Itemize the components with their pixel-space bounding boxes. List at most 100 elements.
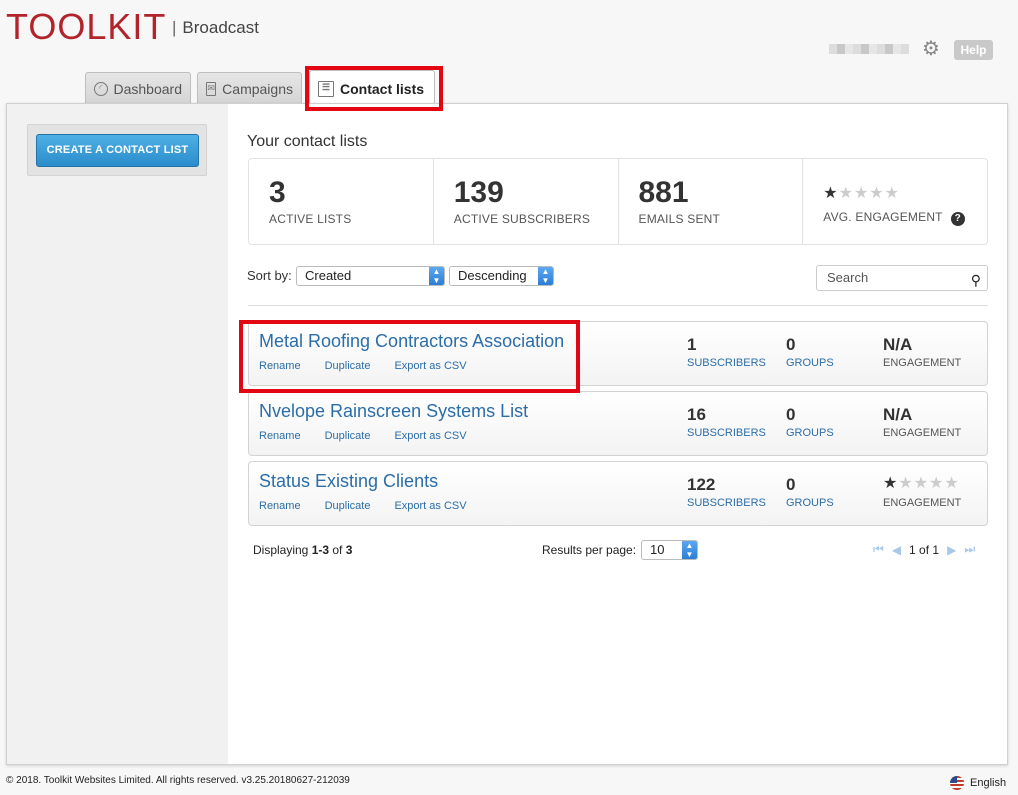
star-half-icon: ★ <box>883 475 899 492</box>
sort-field-value: Created <box>305 268 352 283</box>
gauge-icon: ◜ <box>94 81 108 96</box>
metric-label: ENGAGEMENT <box>883 427 962 439</box>
groups-metric[interactable]: 0 GROUPS <box>786 405 834 439</box>
stat-value: 3 <box>269 176 286 209</box>
displaying-range: 1-3 <box>311 543 330 557</box>
rating-stars: ★★★★★ <box>883 475 960 492</box>
create-button-container: CREATE A CONTACT LIST <box>27 124 207 176</box>
per-page-select[interactable]: 10 ▲ ▼ <box>641 540 698 560</box>
list-item[interactable]: Nvelope Rainscreen Systems List Rename Du… <box>248 391 988 456</box>
product-label: Broadcast <box>182 18 259 37</box>
displaying-of: of <box>329 543 346 557</box>
groups-metric[interactable]: 0 GROUPS <box>786 335 834 369</box>
prev-page-icon[interactable]: ◀ <box>892 543 901 557</box>
stat-avg-engagement: ★★★★★ AVG. ENGAGEMENT? <box>803 159 987 244</box>
groups-metric[interactable]: 0 GROUPS <box>786 475 834 509</box>
list-item[interactable]: Status Existing Clients Rename Duplicate E… <box>248 461 988 526</box>
list-actions: Rename Duplicate Export as CSV <box>259 430 491 442</box>
help-button[interactable]: Help <box>954 40 993 60</box>
select-arrows-icon: ▲ ▼ <box>682 541 697 559</box>
list-actions: Rename Duplicate Export as CSV <box>259 500 491 512</box>
list-name-link[interactable]: Metal Roofing Contractors Association <box>259 331 564 352</box>
language-selector[interactable]: English <box>950 776 1006 790</box>
subscribers-metric[interactable]: 16 SUBSCRIBERS <box>687 405 766 439</box>
list-name-link[interactable]: Nvelope Rainscreen Systems List <box>259 401 528 422</box>
export-csv-link[interactable]: Export as CSV <box>394 430 466 442</box>
metric-value: 0 <box>786 335 796 354</box>
tab-campaigns-label: Campaigns <box>222 80 293 97</box>
first-page-icon[interactable]: ⏮ <box>873 542 884 557</box>
stat-emails-sent: 881 EMAILS SENT <box>619 159 804 244</box>
stat-label: ACTIVE LISTS <box>269 212 352 226</box>
metric-value: N/A <box>883 405 913 424</box>
duplicate-link[interactable]: Duplicate <box>325 430 371 442</box>
sidebar: CREATE A CONTACT LIST <box>7 104 228 764</box>
export-csv-link[interactable]: Export as CSV <box>394 500 466 512</box>
export-csv-link[interactable]: Export as CSV <box>394 360 466 372</box>
sort-field-select[interactable]: Created ▲ ▼ <box>296 266 445 286</box>
subscribers-metric[interactable]: 1 SUBSCRIBERS <box>687 335 766 369</box>
stat-label: ACTIVE SUBSCRIBERS <box>453 212 591 226</box>
tab-contact-lists[interactable]: ☰ Contact lists <box>309 70 435 106</box>
metric-label[interactable]: GROUPS <box>786 497 834 509</box>
tab-campaigns[interactable]: ✉ Campaigns <box>197 72 302 104</box>
divider <box>248 305 988 306</box>
pagination: ⏮ ◀ 1 of 1 ▶ ⏭ <box>873 542 975 557</box>
page-title: Your contact lists <box>247 133 368 150</box>
stat-label: EMAILS SENT <box>638 212 721 226</box>
metric-value: 1 <box>687 335 697 354</box>
list-item[interactable]: Metal Roofing Contractors Association Re… <box>248 321 988 386</box>
stat-active-subscribers: 139 ACTIVE SUBSCRIBERS <box>434 159 619 244</box>
rename-link[interactable]: Rename <box>259 430 301 442</box>
list-actions: Rename Duplicate Export as CSV <box>259 360 491 372</box>
search-input[interactable]: Search ⚲ <box>816 265 988 291</box>
main-panel: CREATE A CONTACT LIST Your contact lists… <box>6 103 1008 765</box>
contact-card-icon: ☰ <box>318 80 334 97</box>
select-arrows-icon: ▲ ▼ <box>429 267 444 285</box>
select-arrows-icon: ▲ ▼ <box>538 267 553 285</box>
rename-link[interactable]: Rename <box>259 500 301 512</box>
engagement-metric: N/A ENGAGEMENT <box>883 335 961 369</box>
gear-icon[interactable]: ⚙ <box>920 38 942 60</box>
sort-order-select[interactable]: Descending ▲ ▼ <box>449 266 554 286</box>
stat-active-lists: 3 ACTIVE LISTS <box>249 159 434 244</box>
stat-value: 139 <box>453 176 504 209</box>
user-name-blurred[interactable] <box>829 44 909 54</box>
metric-value: 0 <box>786 405 796 424</box>
rename-link[interactable]: Rename <box>259 360 301 372</box>
metric-value: 0 <box>786 475 796 494</box>
stat-value: 881 <box>638 176 689 209</box>
language-label: English <box>970 777 1007 789</box>
question-icon[interactable]: ? <box>950 212 965 226</box>
toolkit-logo: TOOLKIT <box>6 6 167 47</box>
tab-dashboard[interactable]: ◜ Dashboard <box>85 72 191 104</box>
copyright-text: © 2018. Toolkit Websites Limited. All ri… <box>6 775 350 786</box>
metric-value: 122 <box>687 475 716 494</box>
subscribers-metric[interactable]: 122 SUBSCRIBERS <box>687 475 766 509</box>
us-flag-icon <box>950 776 964 790</box>
results-per-page-label: Results per page: <box>542 543 637 557</box>
duplicate-link[interactable]: Duplicate <box>325 500 371 512</box>
engagement-metric: ★★★★★ ENGAGEMENT <box>883 475 961 509</box>
tab-contact-lists-label: Contact lists <box>340 80 425 97</box>
stats-summary: 3 ACTIVE LISTS 139 ACTIVE SUBSCRIBERS 88… <box>248 158 988 245</box>
create-contact-list-button[interactable]: CREATE A CONTACT LIST <box>36 134 199 167</box>
list-name-link[interactable]: Status Existing Clients <box>259 471 438 492</box>
page-indicator: 1 of 1 <box>909 542 940 557</box>
sort-label: Sort by: <box>247 268 292 283</box>
envelope-icon: ✉ <box>206 81 217 96</box>
metric-label[interactable]: SUBSCRIBERS <box>687 427 766 439</box>
last-page-icon[interactable]: ⏭ <box>964 542 975 557</box>
duplicate-link[interactable]: Duplicate <box>325 360 371 372</box>
rating-stars: ★★★★★ <box>823 185 900 202</box>
metric-label[interactable]: SUBSCRIBERS <box>687 357 766 369</box>
metric-label[interactable]: GROUPS <box>786 427 834 439</box>
per-page-value: 10 <box>650 542 665 557</box>
search-icon[interactable]: ⚲ <box>971 268 981 292</box>
metric-label: ENGAGEMENT <box>883 357 962 369</box>
stat-label-text: AVG. ENGAGEMENT <box>823 210 943 224</box>
metric-label[interactable]: GROUPS <box>786 357 834 369</box>
next-page-icon[interactable]: ▶ <box>947 543 956 557</box>
metric-label[interactable]: SUBSCRIBERS <box>687 497 766 509</box>
stat-label: AVG. ENGAGEMENT? <box>823 210 967 226</box>
